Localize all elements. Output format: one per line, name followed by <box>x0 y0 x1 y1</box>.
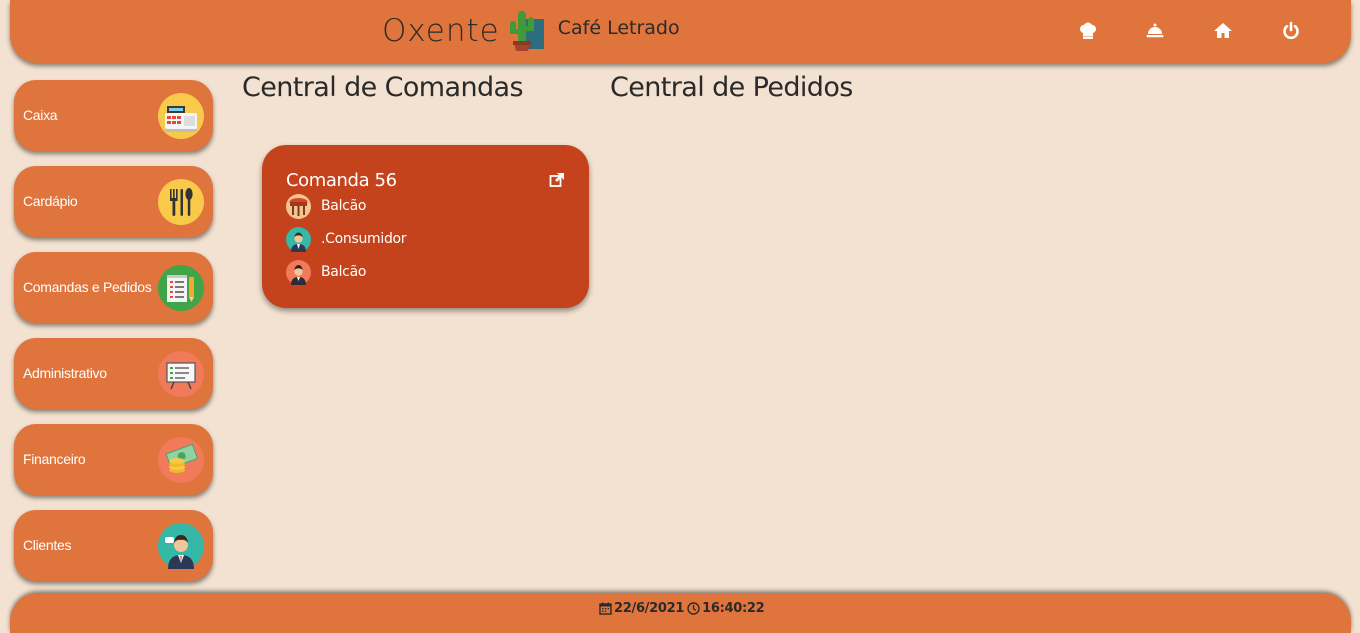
comanda-attendant: Balcão <box>321 264 367 280</box>
sidebar-item-label: Caixa <box>23 107 58 123</box>
brand: Oxente Café Letrado <box>382 8 680 54</box>
comanda-location: Balcão <box>321 198 367 214</box>
waiter-avatar-icon <box>286 259 311 285</box>
brand-name: Oxente <box>382 13 500 49</box>
comanda-attendant-row: Balcão <box>286 259 366 285</box>
sidebar-item-label: Cardápio <box>23 193 78 209</box>
sidebar-item-label: Administrativo <box>23 365 107 381</box>
calendar-icon <box>599 602 612 615</box>
comanda-title: Comanda 56 <box>286 170 397 191</box>
pedidos-section-title: Central de Pedidos <box>610 72 853 103</box>
clock-icon <box>687 602 700 615</box>
cash-register-icon <box>158 93 204 139</box>
sidebar-item-label: Comandas e Pedidos <box>23 279 152 295</box>
money-icon <box>158 437 204 483</box>
footer-date: 22/6/2021 <box>614 601 685 616</box>
table-icon <box>286 193 311 219</box>
sidebar-item-label: Financeiro <box>23 451 86 467</box>
datetime-display: 22/6/2021 16:40:22 <box>599 601 765 616</box>
sidebar-item-cardapio[interactable]: Cardápio <box>14 166 213 237</box>
service-bell-icon[interactable] <box>1145 21 1165 41</box>
home-icon[interactable] <box>1213 21 1233 41</box>
footer-time: 16:40:22 <box>702 601 765 616</box>
comandas-section-title: Central de Comandas <box>242 72 524 103</box>
sidebar-item-comandas-pedidos[interactable]: Comandas e Pedidos <box>14 252 213 323</box>
comanda-card[interactable]: Comanda 56 Balcão .Consumidor Balcão <box>262 145 589 308</box>
customer-icon <box>158 523 204 569</box>
sidebar-item-caixa[interactable]: Caixa <box>14 80 213 151</box>
external-link-icon[interactable] <box>549 172 565 188</box>
comanda-location-row: Balcão <box>286 193 366 219</box>
presentation-board-icon <box>158 351 204 397</box>
bottom-footer: 22/6/2021 16:40:22 <box>10 593 1351 633</box>
sidebar-item-administrativo[interactable]: Administrativo <box>14 338 213 409</box>
customer-avatar-icon <box>286 226 311 252</box>
power-icon[interactable] <box>1281 21 1301 41</box>
comanda-customer-row: .Consumidor <box>286 226 407 252</box>
notepad-icon <box>158 265 204 311</box>
comanda-customer: .Consumidor <box>321 231 407 247</box>
sidebar-item-label: Clientes <box>23 537 72 553</box>
cutlery-icon <box>158 179 204 225</box>
sidebar-item-financeiro[interactable]: Financeiro <box>14 424 213 495</box>
top-header: Oxente Café Letrado <box>10 0 1351 63</box>
chef-hat-icon[interactable] <box>1078 21 1098 41</box>
cactus-logo-icon <box>509 11 544 51</box>
brand-subtitle: Café Letrado <box>557 17 680 39</box>
sidebar-item-clientes[interactable]: Clientes <box>14 510 213 581</box>
